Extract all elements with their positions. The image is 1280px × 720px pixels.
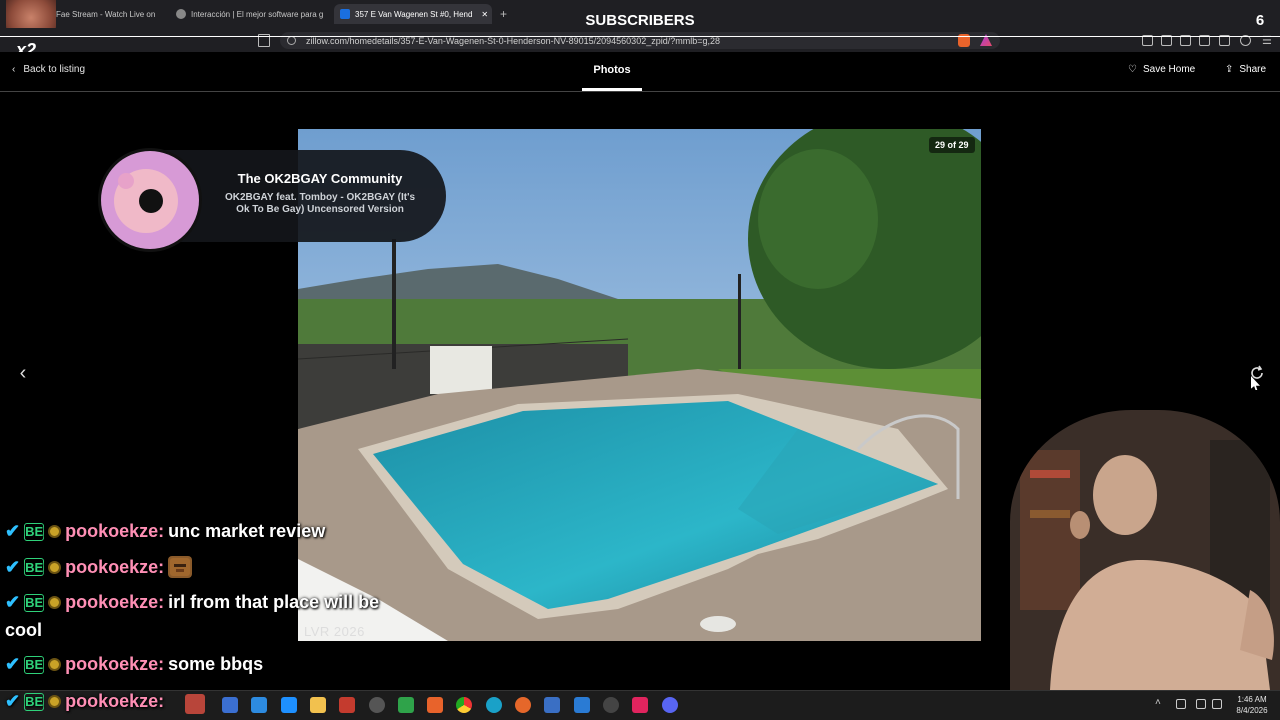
overlay-divider — [0, 36, 1280, 37]
clock-date: 8/4/2026 — [1236, 706, 1268, 715]
wrench-badge-icon: ✔ — [5, 654, 21, 674]
tab-underline — [582, 88, 642, 91]
tab-zillow[interactable]: 357 E Van Wagenen St #0, Hend ✕ — [334, 4, 492, 24]
chat-message: ✔ BE pookoekze: — [5, 691, 164, 712]
channel-badge: BE — [24, 593, 45, 612]
url-text: zillow.com/homedetails/357-E-Van-Wagenen… — [306, 35, 720, 46]
coin-badge-icon — [48, 695, 62, 708]
clock-time: 1:46 AM — [1237, 695, 1267, 704]
chat-username: pookoekze: — [65, 592, 165, 612]
tab-fae-stream[interactable]: Fae Stream - Watch Live on — [50, 4, 160, 24]
now-playing-title: The OK2BGAY Community — [237, 171, 403, 186]
taskbar-app-icon[interactable] — [544, 697, 560, 713]
zillow-favicon-icon — [340, 9, 350, 19]
photo-counter: 29 of 29 — [929, 137, 975, 153]
volume-icon[interactable] — [1212, 699, 1222, 709]
channel-badge: BE — [24, 558, 45, 576]
microphone-icon[interactable] — [1176, 699, 1186, 709]
chat-text: unc market review — [168, 521, 326, 541]
save-home-button[interactable]: ♡ Save Home — [1128, 64, 1195, 75]
wrench-badge-icon: ✔ — [5, 556, 21, 577]
edge-icon[interactable] — [486, 697, 502, 713]
subscribers-count: 6 — [1255, 12, 1265, 29]
reload-icon — [1251, 365, 1263, 379]
coin-badge-icon — [48, 525, 62, 538]
webcam-feed-image — [1010, 410, 1280, 690]
back-label: Back to listing — [23, 64, 86, 75]
chat-username: pookoekze: — [65, 521, 165, 541]
tab-photos[interactable]: Photos — [582, 64, 642, 76]
channel-badge: BE — [24, 522, 45, 541]
discord-icon[interactable] — [662, 697, 678, 713]
tab-favicon-icon — [176, 9, 186, 19]
album-art-image — [101, 151, 199, 249]
taskbar-app-icon[interactable] — [251, 697, 267, 713]
taskbar-app-icon[interactable] — [281, 697, 297, 713]
new-tab-button[interactable]: + — [500, 7, 507, 21]
save-home-label: Save Home — [1142, 64, 1196, 75]
chat-message: ✔ BE pookoekze: some bbqs — [5, 654, 263, 675]
tiktok-icon[interactable] — [632, 697, 648, 713]
chat-message: ✔ BE pookoekze: irl from that place will… — [5, 592, 379, 613]
obs-icon[interactable] — [603, 697, 619, 713]
chat-emote-icon — [168, 556, 193, 578]
network-icon[interactable] — [1196, 699, 1206, 709]
streamer-mini-avatar — [185, 694, 205, 714]
tab-interaccion[interactable]: Interacción | El mejor software para g — [170, 4, 330, 24]
coin-badge-icon — [48, 560, 62, 574]
chat-message: ✔ BE pookoekze: unc market review — [5, 521, 325, 542]
tab-label: Fae Stream - Watch Live on — [56, 9, 156, 19]
tray-expand-icon[interactable]: ˄ — [1155, 697, 1161, 708]
photo-watermark: LVR 2026 — [304, 624, 365, 639]
tab-label: Interacción | El mejor software para g — [191, 9, 324, 19]
back-to-listing-link[interactable]: ‹ Back to listing — [12, 64, 85, 75]
chrome-icon[interactable] — [456, 697, 472, 713]
share-button[interactable]: ⇪ Share — [1225, 64, 1266, 75]
wrench-badge-icon: ✔ — [5, 521, 21, 541]
subscribers-label: SUBSCRIBERS — [585, 12, 695, 29]
channel-badge: BE — [24, 655, 45, 674]
taskbar-app-icon[interactable] — [369, 697, 385, 713]
wrench-badge-icon: ✔ — [5, 592, 21, 612]
chat-text: irl from that place will be — [168, 592, 380, 612]
chevron-left-icon: ‹ — [12, 64, 16, 75]
file-explorer-icon[interactable] — [310, 697, 326, 713]
streamer-webcam — [1010, 410, 1280, 690]
wrench-badge-icon: ✔ — [5, 691, 21, 711]
channel-badge: BE — [24, 692, 45, 711]
previous-photo-button[interactable]: ‹ — [10, 360, 36, 386]
chat-username: pookoekze: — [65, 691, 165, 711]
chat-username: pookoekze: — [65, 654, 165, 674]
taskbar-app-icon[interactable] — [222, 697, 238, 713]
taskbar-app-icon[interactable] — [339, 697, 355, 713]
url-field[interactable]: zillow.com/homedetails/357-E-Van-Wagenen… — [280, 32, 1000, 49]
brave-browser-icon[interactable] — [427, 697, 443, 713]
share-icon: ⇪ — [1225, 64, 1234, 75]
chat-text-continuation: cool — [5, 620, 43, 640]
now-playing-album-art — [98, 148, 202, 252]
chat-text: some bbqs — [168, 654, 264, 674]
chat-message: ✔ BE pookoekze: — [5, 556, 193, 578]
taskbar-app-icon[interactable] — [398, 697, 414, 713]
close-tab-icon[interactable]: ✕ — [481, 10, 488, 19]
site-info-icon[interactable] — [287, 36, 296, 45]
vscode-icon[interactable] — [574, 697, 590, 713]
heart-icon: ♡ — [1128, 64, 1137, 75]
next-photo-button[interactable] — [1244, 360, 1270, 386]
coin-badge-icon — [48, 596, 62, 609]
tab-label: 357 E Van Wagenen St #0, Hend — [355, 9, 473, 19]
taskbar-clock[interactable]: 1:46 AM 8/4/2026 — [1228, 694, 1276, 716]
firefox-icon[interactable] — [515, 697, 531, 713]
coin-badge-icon — [48, 658, 62, 671]
now-playing-song: OK2BGAY feat. Tomboy - OK2BGAY (It's Ok … — [225, 192, 416, 215]
share-label: Share — [1239, 64, 1267, 75]
chat-username: pookoekze: — [65, 556, 165, 577]
